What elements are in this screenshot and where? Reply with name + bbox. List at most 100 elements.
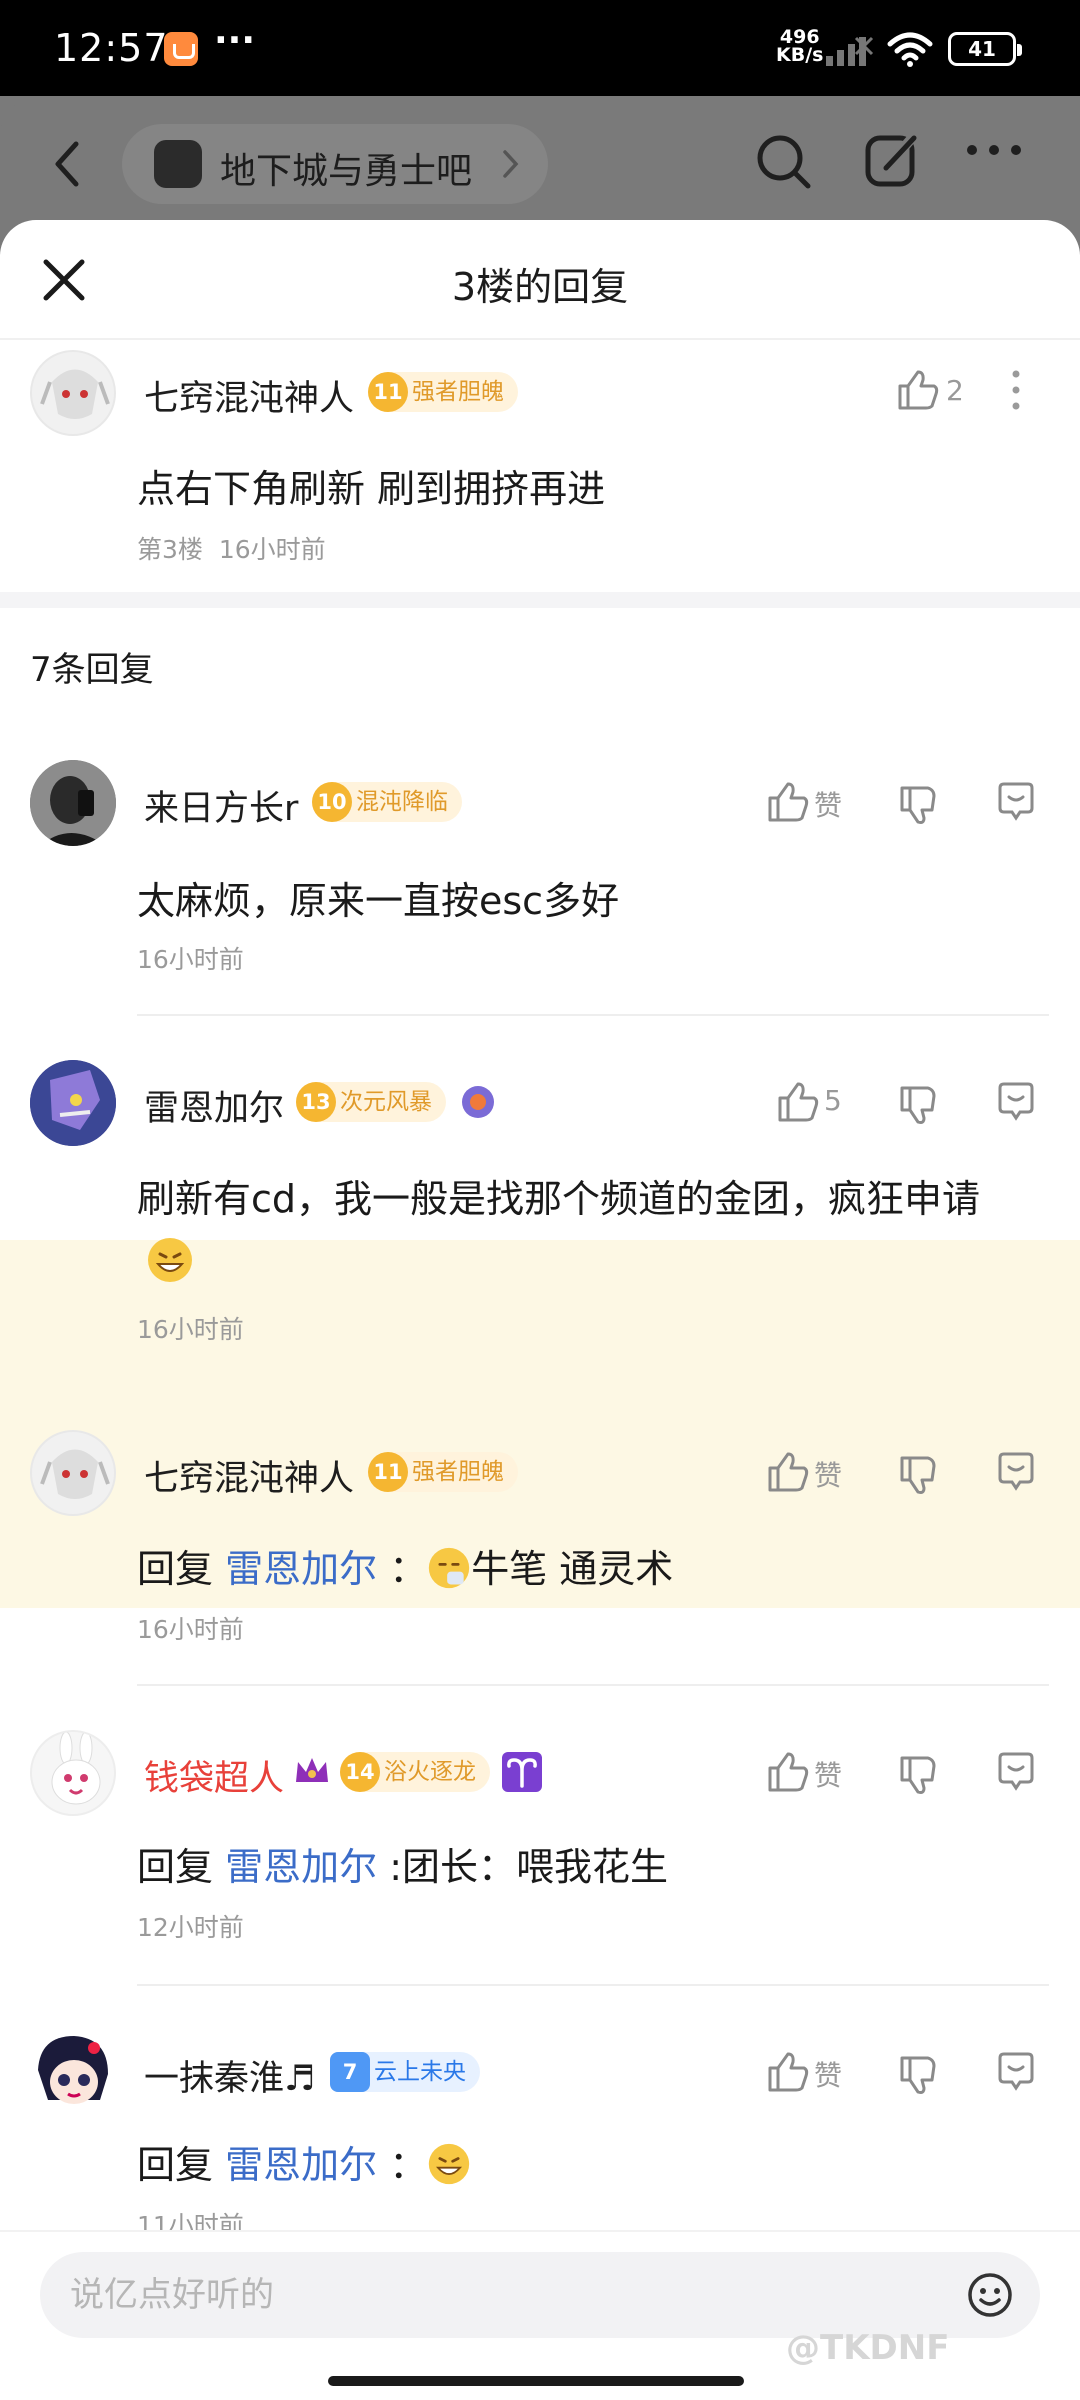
reply-bubble-icon[interactable] <box>994 2050 1038 2094</box>
kebab-menu-icon[interactable] <box>1008 368 1024 412</box>
sheet-title: 3楼的回复 <box>451 265 629 309</box>
grinning-emoji-icon <box>429 2143 470 2185</box>
aries-icon <box>502 1752 542 1792</box>
avatar[interactable] <box>30 2030 116 2116</box>
level-number: 13 <box>296 1082 336 1122</box>
thumbs-down-icon[interactable] <box>896 2052 940 2096</box>
level-badge: 13 次元风暴 <box>296 1082 446 1122</box>
replies-sheet: 3楼的回复 七窍混沌神人 11 强者胆魄 2 点右下角刷新 刷到拥挤再进 第3楼… <box>0 220 1080 2400</box>
thumbs-up-icon[interactable] <box>776 1080 820 1124</box>
reply-bubble-icon[interactable] <box>994 1080 1038 1124</box>
reply-text: 回复 雷恩加尔 ：牛笔 通灵术 <box>137 1547 674 1591</box>
level-title: 次元风暴 <box>340 1089 432 1115</box>
level-number: 11 <box>368 372 408 412</box>
thumbs-down-icon[interactable] <box>896 782 940 826</box>
forum-nav-bar: 地下城与勇士吧 <box>0 96 1080 236</box>
like-label: 赞 <box>814 789 843 822</box>
chevron-right-icon <box>503 150 519 178</box>
more-options-icon[interactable] <box>964 138 1024 162</box>
edit-icon[interactable] <box>860 128 924 192</box>
like-label: 赞 <box>814 1459 843 1492</box>
username[interactable]: 来日方长r <box>144 780 298 831</box>
reply-bubble-icon[interactable] <box>994 780 1038 824</box>
reply-time: 16小时前 <box>137 945 244 974</box>
battery-indicator: 41 <box>948 32 1022 66</box>
medal-icon <box>462 1086 494 1118</box>
level-number: 10 <box>312 782 352 822</box>
username[interactable]: 雷恩加尔 <box>144 1080 284 1131</box>
username[interactable]: 七窍混沌神人 <box>144 1450 354 1501</box>
wifi-icon <box>887 32 933 67</box>
mention-link[interactable]: 雷恩加尔 <box>225 1845 377 1889</box>
avatar[interactable] <box>30 760 116 846</box>
more-notifications-icon: ··· <box>214 20 256 61</box>
mention-link[interactable]: 雷恩加尔 <box>225 2143 377 2187</box>
level-title: 强者胆魄 <box>412 1459 504 1485</box>
thumbs-down-icon[interactable] <box>896 1452 940 1496</box>
avatar-image <box>40 1449 110 1499</box>
reply-text: 刷新有cd，我一般是找那个频道的金团，疯狂申请 <box>137 1177 981 1221</box>
reply-text: 回复 雷恩加尔 ： <box>137 2134 471 2189</box>
emoji-icon[interactable] <box>966 2271 1014 2319</box>
avatar-image <box>51 1732 101 1805</box>
thumbs-down-icon[interactable] <box>896 1082 940 1126</box>
level-number: 7 <box>330 2052 370 2092</box>
shopping-app-icon <box>164 32 198 66</box>
like-count: 5 <box>824 1084 842 1117</box>
avatar-image <box>30 760 116 846</box>
mention-link[interactable]: 雷恩加尔 <box>225 1547 377 1591</box>
home-indicator[interactable] <box>328 2376 744 2386</box>
reply-time: 16小时前 <box>137 1315 244 1344</box>
avatar[interactable] <box>30 1430 116 1516</box>
username[interactable]: 七窍混沌神人 <box>144 370 354 421</box>
back-arrow-icon[interactable] <box>48 132 88 196</box>
level-badge: 11 强者胆魄 <box>368 372 518 412</box>
level-title: 浴火逐龙 <box>384 1759 476 1785</box>
level-badge: 14 浴火逐龙 <box>340 1752 490 1792</box>
reply-bubble-icon[interactable] <box>994 1750 1038 1794</box>
reply-input-container[interactable] <box>40 2252 1040 2338</box>
avatar[interactable] <box>30 350 116 436</box>
avatar-image <box>38 2036 108 2104</box>
reply-input[interactable] <box>70 2266 950 2324</box>
signal-icon <box>826 36 874 66</box>
like-label: 赞 <box>814 2059 843 2092</box>
forum-name: 地下城与勇士吧 <box>220 151 473 192</box>
sneezing-emoji-icon <box>429 1547 470 1589</box>
reply-text: 回复 雷恩加尔 :团长：喂我花生 <box>137 1845 669 1889</box>
thumbs-up-icon[interactable] <box>766 1450 810 1494</box>
floor-meta: 第3楼 16小时前 <box>137 535 326 564</box>
level-title: 混沌降临 <box>356 789 448 815</box>
level-number: 14 <box>340 1752 380 1792</box>
crown-icon <box>296 1758 328 1782</box>
reply-text: 太麻烦，原来一直按esc多好 <box>137 879 620 923</box>
avatar[interactable] <box>30 1730 116 1816</box>
watermark: @TKDNF <box>786 2328 950 2368</box>
thumbs-up-icon[interactable] <box>766 780 810 824</box>
forum-avatar <box>154 140 202 188</box>
level-badge: 10 混沌降临 <box>312 782 462 822</box>
thumbs-up-icon[interactable] <box>896 368 940 412</box>
search-icon[interactable] <box>752 130 816 194</box>
thumbs-down-icon[interactable] <box>896 1752 940 1796</box>
level-title: 强者胆魄 <box>412 379 504 405</box>
reply-bubble-icon[interactable] <box>994 1450 1038 1494</box>
thumbs-up-icon[interactable] <box>766 2050 810 2094</box>
reply-time: 12小时前 <box>137 1913 244 1942</box>
thumbs-up-icon[interactable] <box>766 1750 810 1794</box>
forum-link[interactable]: 地下城与勇士吧 <box>122 124 548 204</box>
grinning-emoji-icon <box>148 1238 192 1282</box>
avatar[interactable] <box>30 1060 116 1146</box>
username[interactable]: 一抹秦淮♬ <box>144 2050 315 2101</box>
divider <box>137 1684 1049 1686</box>
avatar-image <box>40 369 110 419</box>
divider <box>137 1014 1049 1016</box>
level-badge: 7 云上未央 <box>330 2052 480 2092</box>
level-number: 11 <box>368 1452 408 1492</box>
level-title: 云上未央 <box>374 2059 466 2085</box>
composer-bar: @TKDNF <box>0 2230 1080 2400</box>
replies-count: 7条回复 <box>30 650 154 690</box>
network-speed: 496 KB/s <box>776 26 824 66</box>
username[interactable]: 钱袋超人 <box>144 1750 284 1801</box>
reply-time: 16小时前 <box>137 1615 244 1644</box>
